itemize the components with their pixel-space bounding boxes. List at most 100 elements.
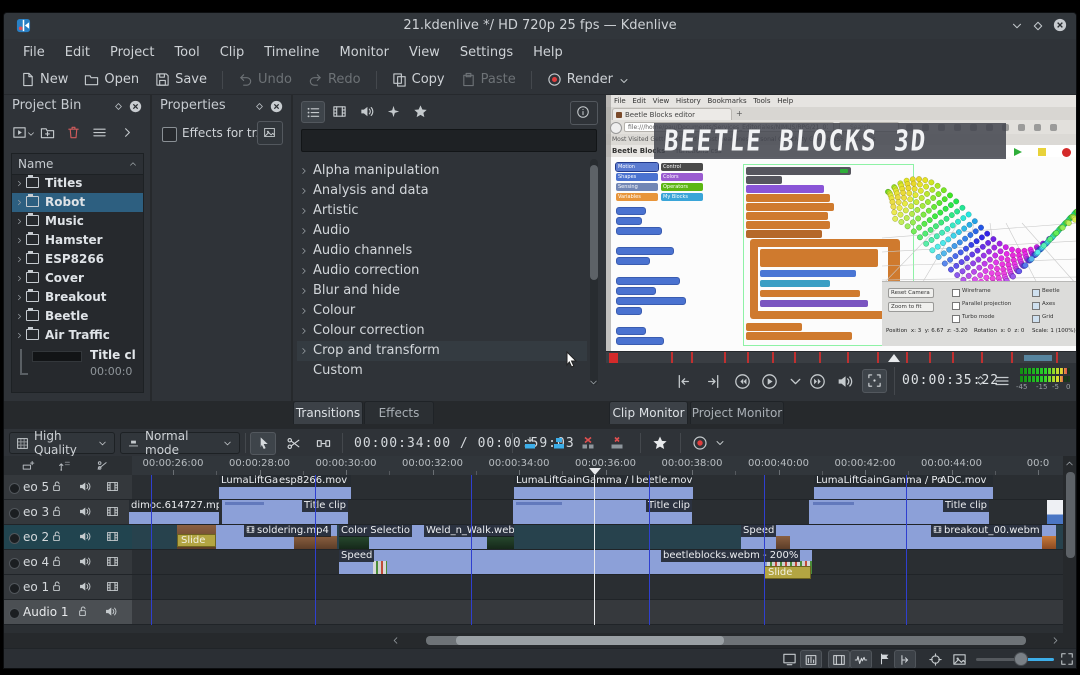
timeline-clip[interactable]: Speed breakout_00.webm: [741, 525, 1056, 549]
bin-item-cover[interactable]: Cover: [12, 269, 143, 288]
bin-item-titles[interactable]: Titles: [12, 174, 143, 193]
code-block-pill[interactable]: [616, 227, 662, 235]
properties-options-button[interactable]: [257, 121, 283, 145]
titlebar[interactable]: 21.kdenlive */ HD 720p 25 fps — Kdenlive: [4, 13, 1076, 40]
close-icon[interactable]: [270, 100, 283, 113]
tool-spacer-tool-icon[interactable]: [310, 432, 336, 455]
chevron-down-icon[interactable]: [588, 377, 599, 388]
menu-settings[interactable]: Settings: [451, 42, 522, 63]
chevron-right-icon[interactable]: [15, 236, 24, 245]
track-target-dot[interactable]: [9, 533, 20, 544]
monitor-video[interactable]: File Edit View History Bookmarks Tools H…: [606, 95, 1076, 351]
track-header-eo-3[interactable]: eo 3: [4, 500, 132, 525]
code-block-pill[interactable]: [616, 217, 642, 225]
maximize-icon[interactable]: [1031, 19, 1045, 33]
show-video-thumbnails-button[interactable]: [828, 650, 850, 668]
bin-item-esp8266[interactable]: ESP8266: [12, 250, 143, 269]
checkbox-turbo-mode[interactable]: Turbo mode: [952, 314, 1042, 323]
timeline-playhead[interactable]: [589, 468, 601, 475]
effect-category-audio-channels[interactable]: Audio channels: [297, 241, 587, 261]
checkbox-wireframe[interactable]: Wireframe: [952, 288, 1042, 297]
effect-category-artistic[interactable]: Artistic: [297, 201, 587, 221]
transition-slide[interactable]: Slide: [177, 534, 216, 547]
undo-button[interactable]: Undo: [230, 68, 300, 91]
mode-dropdown[interactable]: Normal mode: [120, 429, 240, 457]
project-bin-tree[interactable]: Name Titles Robot Music Hamster ESP8266 Cover B…: [11, 153, 144, 393]
timeline-playhead-line[interactable]: [594, 475, 595, 625]
bin-item-robot[interactable]: Robot: [12, 193, 143, 212]
film-button[interactable]: [328, 101, 352, 123]
lock-open-icon[interactable]: [50, 555, 63, 568]
close-icon[interactable]: [1053, 18, 1067, 32]
bin-item-breakout[interactable]: Breakout: [12, 288, 143, 307]
speaker-icon[interactable]: [78, 505, 91, 518]
effect-category-analysis-and-data[interactable]: Analysis and data: [297, 181, 587, 201]
lock-open-icon[interactable]: [50, 580, 63, 593]
monitor-zone[interactable]: [1024, 355, 1052, 361]
palette-category-motion[interactable]: Motion: [615, 162, 659, 172]
speaker-icon[interactable]: [78, 580, 91, 593]
chevron-right-icon[interactable]: [15, 255, 24, 264]
code-block-pill[interactable]: [616, 207, 646, 215]
paste-button[interactable]: Paste: [453, 68, 524, 91]
lock-open-icon[interactable]: [50, 505, 63, 518]
chevron-right-icon[interactable]: [299, 186, 309, 196]
lock-open-icon[interactable]: [76, 605, 89, 618]
speaker-icon[interactable]: [78, 530, 91, 543]
rewind-icon[interactable]: [734, 373, 751, 390]
code-block-pill[interactable]: [616, 337, 664, 345]
code-block-pill[interactable]: [616, 277, 680, 285]
track-lane-eo-1[interactable]: [132, 575, 1063, 600]
chevron-right-icon[interactable]: [15, 198, 24, 207]
timeline-clip[interactable]: Title clip: [809, 500, 989, 524]
effect-category-colour-correction[interactable]: Colour correction: [297, 321, 587, 341]
film-icon[interactable]: [106, 505, 119, 518]
timeline-clip[interactable]: LumaLiftGa esp8266.mov: [219, 475, 351, 499]
browser-toolbar-icon[interactable]: [1034, 124, 1041, 131]
track-header-eo-5[interactable]: eo 5: [4, 475, 132, 500]
tool-razor-tool-icon[interactable]: [280, 432, 306, 455]
clip-preview-icon[interactable]: [12, 125, 27, 140]
menu-file[interactable]: File: [14, 42, 54, 63]
film-icon[interactable]: [106, 480, 119, 493]
mark-out-icon[interactable]: [706, 373, 723, 390]
track-header-eo-4[interactable]: eo 4: [4, 550, 132, 575]
close-icon[interactable]: [129, 100, 142, 113]
name-column-header[interactable]: Name: [12, 154, 143, 175]
timeline-clip[interactable]: Speed beetleblocks.webm - 200%: [339, 550, 812, 574]
bin-clip-item[interactable]: Title cl 00:00:0: [12, 345, 143, 385]
copy-button[interactable]: Copy: [384, 68, 453, 91]
chevron-down-icon[interactable]: [787, 373, 804, 390]
chevron-right-icon[interactable]: [15, 331, 24, 340]
vscroll-thumb[interactable]: [1066, 472, 1075, 558]
timeline-clip[interactable]: [1047, 500, 1063, 524]
lift-zone-icon[interactable]: [609, 435, 625, 451]
tool-select-tool-icon[interactable]: [250, 432, 276, 455]
effects-scrollbar-thumb[interactable]: [590, 165, 598, 280]
chevron-right-icon[interactable]: [299, 246, 309, 256]
menu-help[interactable]: Help: [524, 42, 572, 63]
forward-icon[interactable]: [809, 373, 826, 390]
new-button[interactable]: New: [12, 68, 76, 91]
chevron-up-icon[interactable]: [1064, 458, 1075, 469]
speaker-button[interactable]: [355, 101, 379, 123]
effect-category-colour[interactable]: Colour: [297, 301, 587, 321]
menu-timeline[interactable]: Timeline: [255, 42, 328, 63]
bin-item-beetle[interactable]: Beetle: [12, 307, 143, 326]
timeline-clip[interactable]: Title clip: [222, 500, 348, 524]
insert-zone-icon[interactable]: [551, 435, 567, 451]
code-block-pill[interactable]: [616, 287, 656, 295]
tab-transitions[interactable]: Transitions: [293, 401, 363, 424]
create-folder-icon[interactable]: [40, 125, 55, 140]
add-track-icon[interactable]: [22, 459, 35, 472]
effect-category-audio[interactable]: Audio: [297, 221, 587, 241]
menu-icon[interactable]: [92, 125, 107, 140]
menu-tool[interactable]: Tool: [165, 42, 208, 63]
effects-search-input[interactable]: [301, 129, 597, 152]
3d-viewport[interactable]: [881, 153, 1076, 291]
timeline-clip[interactable]: Color Selectio: [339, 525, 424, 549]
chevron-left-icon[interactable]: [390, 635, 401, 646]
effect-category-blur-and-hide[interactable]: Blur and hide: [297, 281, 587, 301]
lock-open-icon[interactable]: [50, 480, 63, 493]
float-icon[interactable]: [254, 101, 265, 112]
